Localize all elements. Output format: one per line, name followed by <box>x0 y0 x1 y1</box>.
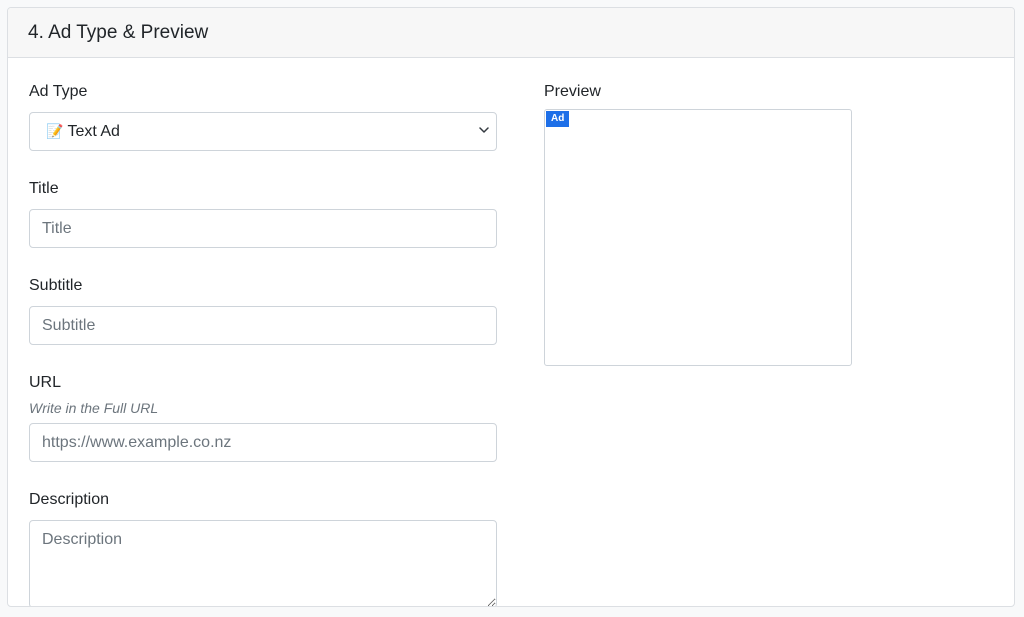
subtitle-group: Subtitle <box>29 276 497 345</box>
ad-badge: Ad <box>546 111 570 127</box>
ad-type-selected-value: Text Ad <box>67 122 120 140</box>
ad-type-preview-card: 4. Ad Type & Preview Ad Type 📝 Text Ad T… <box>7 7 1015 607</box>
ad-type-group: Ad Type 📝 Text Ad <box>29 82 497 151</box>
card-header: 4. Ad Type & Preview <box>8 8 1014 58</box>
preview-label: Preview <box>544 83 601 100</box>
ad-type-label: Ad Type <box>29 83 88 100</box>
subtitle-label: Subtitle <box>29 277 83 294</box>
preview-column: Preview Ad <box>544 82 852 366</box>
memo-icon: 📝 <box>46 123 64 139</box>
section-title: 4. Ad Type & Preview <box>28 21 209 43</box>
subtitle-input[interactable] <box>29 306 497 345</box>
form-column: Ad Type 📝 Text Ad Title Subtitle URL <box>29 82 497 606</box>
url-label: URL <box>29 374 62 391</box>
description-label: Description <box>29 491 110 508</box>
url-input[interactable] <box>29 423 497 462</box>
ad-type-select[interactable]: 📝 Text Ad <box>29 112 497 151</box>
url-hint: Write in the Full URL <box>29 400 159 416</box>
title-input[interactable] <box>29 209 497 248</box>
description-group: Description <box>29 490 497 606</box>
title-group: Title <box>29 179 497 248</box>
title-label: Title <box>29 180 59 197</box>
ad-preview-box: Ad <box>544 109 852 366</box>
description-textarea[interactable] <box>29 520 497 606</box>
url-group: URL Write in the Full URL <box>29 373 497 462</box>
chevron-down-icon <box>479 127 489 133</box>
